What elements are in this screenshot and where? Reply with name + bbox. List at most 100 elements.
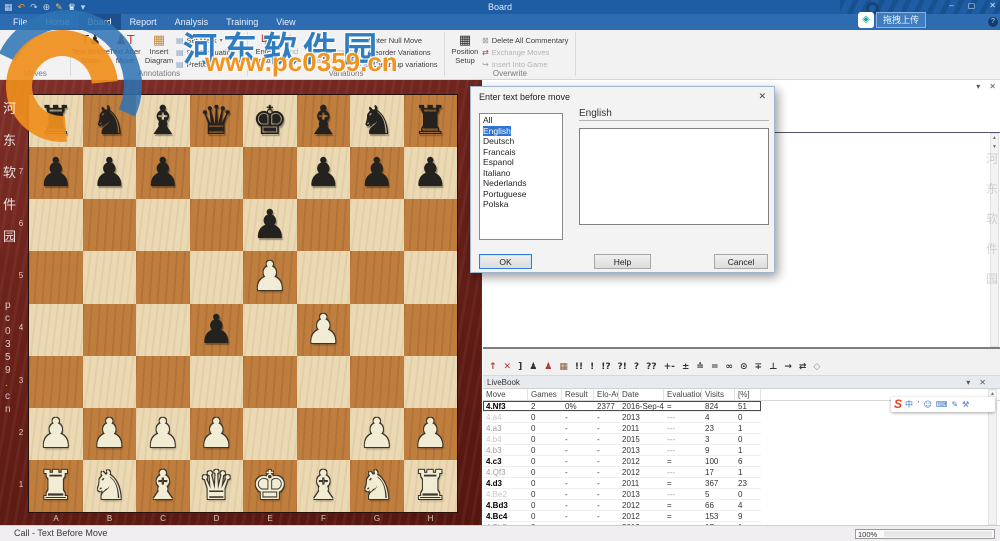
annotation-symbol-11[interactable]: ?? <box>646 362 656 372</box>
annotation-symbol-9[interactable]: ?! <box>618 362 627 372</box>
promote-variation-button[interactable]: ↑ Promote Variation <box>331 31 360 70</box>
square-c6[interactable] <box>136 199 190 252</box>
livebook-row-4c3[interactable]: 4.c3 0 - - 2012 = 100 6 <box>483 456 761 467</box>
square-b7[interactable]: ♟ <box>82 147 136 200</box>
square-b2[interactable]: ♟ <box>82 407 137 460</box>
square-h8[interactable]: ♜ <box>403 95 458 148</box>
white-rook-piece[interactable]: ♜ <box>404 460 458 512</box>
ime-toolbar[interactable]: S 中 ’ ☺ ⌨ ✎ ⚒ <box>891 397 995 412</box>
white-rook-piece[interactable]: ♜ <box>29 460 83 512</box>
square-e6[interactable]: ♟ <box>243 199 297 252</box>
white-king-piece[interactable]: ♚ <box>243 460 297 512</box>
livebook-row-4Bd3[interactable]: 4.Bd3 0 - - 2012 = 66 4 <box>483 500 761 511</box>
square-e5[interactable]: ♟ <box>243 251 297 304</box>
dialog-close-icon[interactable]: ✕ <box>758 91 766 102</box>
square-h1[interactable]: ♜ <box>403 459 458 512</box>
panel-close-icon[interactable]: ✕ <box>979 378 986 387</box>
panel-close-icon[interactable]: ✕ <box>989 82 996 91</box>
tab-file[interactable]: File <box>4 14 37 30</box>
square-e1[interactable]: ♚ <box>243 459 297 512</box>
square-b6[interactable] <box>82 199 136 252</box>
square-f7[interactable]: ♟ <box>296 147 350 200</box>
tab-training[interactable]: Training <box>217 14 267 30</box>
chevron-down-icon[interactable]: ▾ <box>220 37 223 44</box>
square-d4[interactable]: ♟ <box>189 303 243 356</box>
column-header-games[interactable]: Games <box>528 389 562 400</box>
black-rook-piece[interactable]: ♜ <box>404 95 458 147</box>
livebook-row-4d3[interactable]: 4.d3 0 - - 2011 = 367 23 <box>483 478 761 489</box>
black-bishop-piece[interactable]: ♝ <box>136 95 190 147</box>
black-bishop-piece[interactable]: ♝ <box>297 95 351 147</box>
language-option-deutsch[interactable]: Deutsch <box>480 136 562 147</box>
black-queen-piece[interactable]: ♛ <box>190 95 244 147</box>
position-setup-button[interactable]: ▦ Position Setup <box>448 31 482 70</box>
square-a7[interactable]: ♟ <box>29 147 83 200</box>
tab-view[interactable]: View <box>267 14 304 30</box>
square-b1[interactable]: ♞ <box>82 459 136 512</box>
livebook-row-4b3[interactable]: 4.b3 0 - - 2013 --- 9 1 <box>483 445 761 456</box>
panel-collapse-icon[interactable]: ▾ <box>966 378 970 387</box>
annotation-symbol-17[interactable]: ⊙ <box>740 362 748 372</box>
square-h3[interactable] <box>403 355 457 408</box>
square-b3[interactable] <box>82 355 136 408</box>
maximize-icon[interactable]: ▢ <box>968 0 976 12</box>
square-g5[interactable] <box>350 251 404 304</box>
white-pawn-piece[interactable]: ♟ <box>83 408 137 460</box>
white-pawn-piece[interactable]: ♟ <box>297 304 351 356</box>
delete-variation-button[interactable]: ✕ Delete Variation <box>304 31 333 70</box>
column-header-eloav[interactable]: Elo-Av <box>594 389 619 400</box>
enter-null-move-button[interactable]: ⊘ Enter Null Move <box>359 34 438 46</box>
annotation-symbol-21[interactable]: ⇄ <box>799 362 807 372</box>
annotation-symbol-4[interactable]: ♟ <box>544 362 552 372</box>
square-f5[interactable] <box>296 251 350 304</box>
tab-analysis[interactable]: Analysis <box>166 14 218 30</box>
annotation-symbol-12[interactable]: +- <box>664 362 675 372</box>
square-f1[interactable]: ♝ <box>296 459 350 512</box>
delete-all-commentary-button[interactable]: ⊠ Delete All Commentary <box>482 34 568 46</box>
square-c7[interactable]: ♟ <box>136 147 190 200</box>
column-header-result[interactable]: Result <box>562 389 594 400</box>
square-d6[interactable] <box>189 199 243 252</box>
black-pawn-piece[interactable]: ♟ <box>29 147 83 199</box>
black-pawn-piece[interactable]: ♟ <box>350 147 404 199</box>
square-a5[interactable] <box>29 251 83 304</box>
white-pawn-piece[interactable]: ♟ <box>136 408 190 460</box>
square-d7[interactable] <box>189 147 243 200</box>
annotation-symbol-0[interactable]: ↑ <box>489 362 497 372</box>
scroll-down-icon[interactable]: ▼ <box>991 143 998 152</box>
square-e8[interactable]: ♚ <box>243 95 297 148</box>
annotation-symbol-6[interactable]: !! <box>575 362 583 372</box>
language-option-all[interactable]: All <box>480 115 562 126</box>
annotation-symbol-8[interactable]: !? <box>601 362 610 372</box>
square-g7[interactable]: ♟ <box>350 147 404 200</box>
annotation-symbol-14[interactable]: ≐ <box>696 362 704 372</box>
ok-button[interactable]: OK <box>479 254 532 269</box>
end-variation-button[interactable]: ↰ End Variation <box>277 31 306 70</box>
annotation-symbol-2[interactable]: ] <box>518 362 522 372</box>
annotation-symbol-1[interactable]: ✕ <box>504 362 512 372</box>
square-g1[interactable]: ♞ <box>350 459 404 512</box>
text-after-move-button[interactable]: ♟T Text After Move <box>108 31 142 70</box>
livebook-row-4Nf3[interactable]: 4.Nf3 2 0% 2377 2016-Sep-4 = 824 51 <box>483 401 761 412</box>
column-header-evaluation[interactable]: Evaluation <box>664 389 702 400</box>
ime-icon-0[interactable]: 中 <box>905 397 913 412</box>
black-pawn-piece[interactable]: ♟ <box>243 199 297 251</box>
livebook-row-4b4[interactable]: 4.b4 0 - - 2015 --- 3 0 <box>483 434 761 445</box>
square-c4[interactable] <box>136 303 190 356</box>
square-e7[interactable] <box>243 147 297 200</box>
annotation-symbol-7[interactable]: ! <box>590 362 594 372</box>
square-f3[interactable] <box>296 355 350 408</box>
scroll-up-icon[interactable]: ▲ <box>991 134 998 143</box>
livebook-row-4Qf3[interactable]: 4.Qf3 0 - - 2012 --- 17 1 <box>483 467 761 478</box>
square-f6[interactable] <box>296 199 350 252</box>
column-header-move[interactable]: Move <box>483 389 528 400</box>
square-f8[interactable]: ♝ <box>296 95 351 148</box>
square-b4[interactable] <box>82 303 136 356</box>
square-h2[interactable]: ♟ <box>403 407 457 460</box>
black-knight-piece[interactable]: ♞ <box>83 95 137 147</box>
square-a3[interactable] <box>29 355 83 408</box>
white-pawn-piece[interactable]: ♟ <box>29 408 83 460</box>
black-pawn-piece[interactable]: ♟ <box>404 147 458 199</box>
annotation-symbol-10[interactable]: ? <box>634 362 639 372</box>
tab-home[interactable]: Home <box>37 14 79 30</box>
